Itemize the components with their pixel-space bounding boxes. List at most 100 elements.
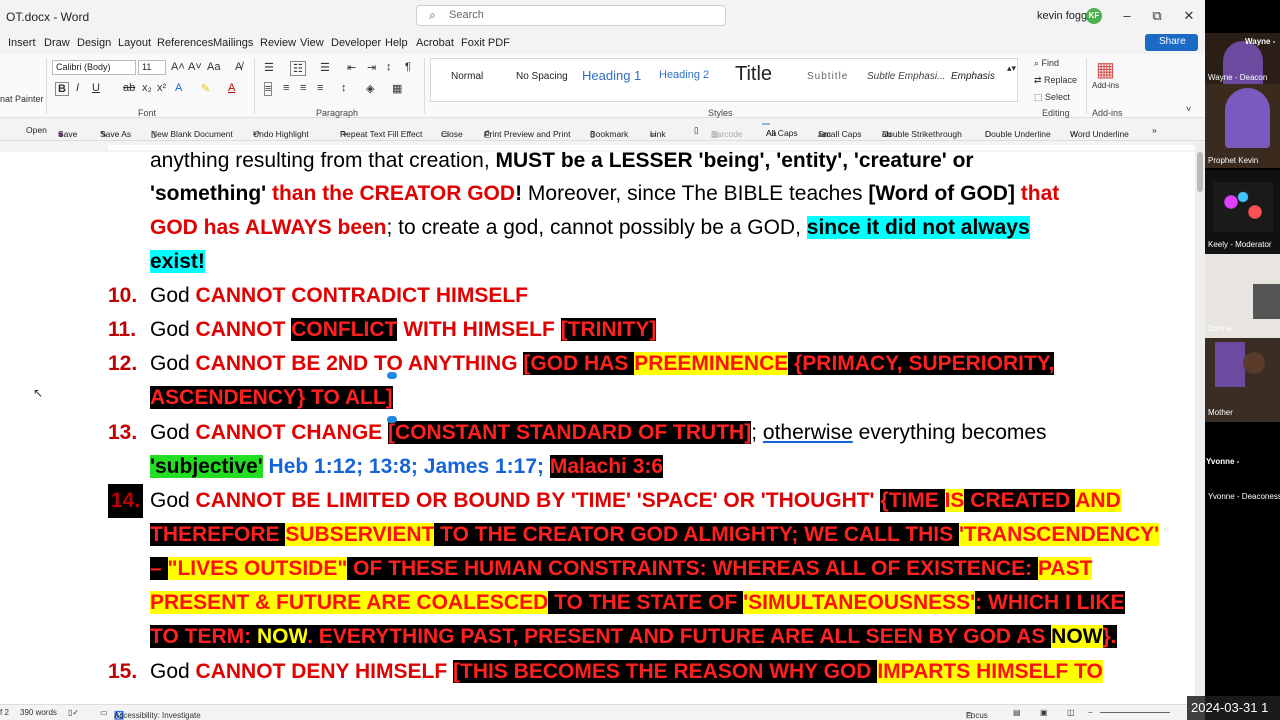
search-box[interactable]: ⌕ Search [416,5,726,26]
align-right-icon[interactable]: ≡ [300,82,306,94]
web-layout-icon[interactable]: ◫ [1067,708,1075,717]
align-left-icon[interactable]: ≡ [264,82,273,96]
tab-acrobat[interactable]: Acrobat [416,37,454,49]
zoom-out-icon[interactable]: − [1088,708,1093,717]
show-marks-icon[interactable]: ¶ [405,61,411,73]
close-button[interactable]: ✕ [1182,8,1196,24]
add-ins-button[interactable]: Add-ins [1092,81,1119,90]
justify-icon[interactable]: ≡ [317,82,323,94]
format-painter-label[interactable]: nat Painter [0,94,44,104]
document-title: OT.docx - Word [6,10,90,24]
bullets-icon[interactable]: ☰ [264,61,274,74]
shrink-font-icon[interactable]: A˅ [188,61,202,73]
text-effects-icon[interactable]: A [175,82,182,94]
style-title[interactable]: Title [735,63,772,86]
bold-icon[interactable]: B [55,82,69,96]
participant-tile[interactable]: Donna [1205,254,1280,338]
tab-insert[interactable]: Insert [8,37,36,49]
qat-more-icon[interactable]: » [1152,125,1157,135]
word-window: OT.docx - Word ⌕ Search kevin foggie KF … [0,0,1280,720]
shading-icon[interactable]: ◈ [366,82,374,95]
selection-handle[interactable] [387,372,397,379]
text-run: [TRINITY] [560,318,657,341]
minimize-button[interactable]: – [1120,8,1134,23]
replace-button[interactable]: ⇄ Replace [1034,75,1077,86]
read-mode-icon[interactable]: ▤ [1013,708,1021,717]
participant-tile[interactable]: Mother [1205,338,1280,422]
tab-help[interactable]: Help [385,37,408,49]
styles-scroll-icon[interactable]: ▴▾ [1007,63,1016,74]
line-spacing-icon[interactable]: ↕ [341,82,347,94]
participant-video [1253,284,1280,319]
zoom-slider[interactable] [1100,712,1170,713]
tab-layout[interactable]: Layout [118,37,151,49]
collapse-ribbon-icon[interactable]: ˅ [1186,104,1191,114]
font-color-icon[interactable]: A [228,82,235,94]
predictions-icon[interactable]: ▭ [100,708,108,717]
text-run: "LIVES OUTSIDE" [167,557,348,580]
align-center-icon[interactable]: ≡ [283,82,289,94]
horizontal-ruler[interactable] [0,142,1205,152]
increase-indent-icon[interactable]: ⇥ [367,61,376,74]
italic-icon[interactable]: I [76,82,79,94]
proofing-icon[interactable]: ▯✓ [68,708,79,717]
text-run: WITH HIMSELF [397,318,561,341]
participant-tile[interactable]: Prophet Kevin [1205,84,1280,168]
sort-icon[interactable]: ↕ [386,61,392,73]
multilevel-list-icon[interactable]: ☰ [320,61,330,74]
restore-button[interactable]: ⧉ [1150,8,1164,24]
document-page[interactable]: anything resulting from that creation, M… [0,152,1195,704]
avatar[interactable]: KF [1086,8,1102,24]
share-button[interactable]: Share [1145,34,1198,51]
style-no-spacing[interactable]: No Spacing [516,71,568,82]
qat-open[interactable]: Open [26,125,47,135]
underline-icon[interactable]: U [92,82,100,94]
tab-draw[interactable]: Draw [44,37,70,49]
tab-view[interactable]: View [300,37,324,49]
page-count[interactable]: f 2 [0,708,9,717]
list-item: God CANNOT CHANGE [CONSTANT STANDARD OF … [150,416,1047,450]
text-run: CANNOT [195,318,292,341]
tab-foxit-pdf[interactable]: Foxit PDF [461,37,510,49]
tab-design[interactable]: Design [77,37,111,49]
text-run: God [150,284,196,307]
participant-name: Prophet Kevin [1208,156,1259,165]
qat-repeat-label: Repeat Text Fill Effect [340,129,423,139]
word-count[interactable]: 390 words [20,708,57,717]
tab-developer[interactable]: Developer [331,37,381,49]
select-button[interactable]: ⬚ Select [1034,92,1070,103]
style-heading-2[interactable]: Heading 2 [659,69,709,81]
font-name-field[interactable]: Calibri (Body) [52,60,136,75]
style-heading-1[interactable]: Heading 1 [582,68,641,83]
tab-references[interactable]: References [157,37,213,49]
strikethrough-icon[interactable]: ab [123,82,135,94]
decrease-indent-icon[interactable]: ⇤ [347,61,356,74]
numbering-icon[interactable]: ☷ [290,61,306,76]
paragraph-line: TO TERM: NOW. EVERYTHING PAST, PRESENT A… [150,620,1117,654]
font-size-field[interactable]: 11 [138,60,166,75]
style-normal[interactable]: Normal [451,71,483,82]
highlight-icon[interactable]: ✎ [201,82,210,95]
superscript-icon[interactable]: x² [157,82,166,94]
tab-mailings[interactable]: Mailings [213,37,253,49]
scrollbar-thumb[interactable] [1197,152,1203,192]
vertical-scrollbar[interactable] [1195,142,1205,704]
clear-formatting-icon[interactable]: A̸ [235,61,242,73]
text-run: CANNOT BE LIMITED OR BOUND BY 'TIME' 'SP… [195,489,881,512]
style-emphasis[interactable]: Emphasis [951,71,995,82]
qat-all-caps[interactable]: Aa All Caps [762,123,798,138]
selection-handle[interactable] [387,416,397,423]
style-subtitle[interactable]: Subtitle [807,71,848,82]
subscript-icon[interactable]: x₂ [142,82,152,94]
borders-icon[interactable]: ▦ [392,82,402,95]
change-case-icon[interactable]: Aa [207,61,220,73]
participant-tile[interactable]: Keely - Moderator [1205,170,1280,254]
add-ins-icon[interactable]: ▦ [1096,57,1115,82]
speaker-label: Wayne - [1245,37,1276,46]
find-button[interactable]: ⌕ Find [1034,58,1059,69]
grow-font-icon[interactable]: A˄ [171,61,185,73]
tab-review[interactable]: Review [260,37,296,49]
print-layout-icon[interactable]: ▣ [1040,708,1048,717]
style-subtle-emphasis[interactable]: Subtle Emphasi... [867,71,945,82]
qat-double-strike-label: Double Strikethrough [882,129,962,139]
